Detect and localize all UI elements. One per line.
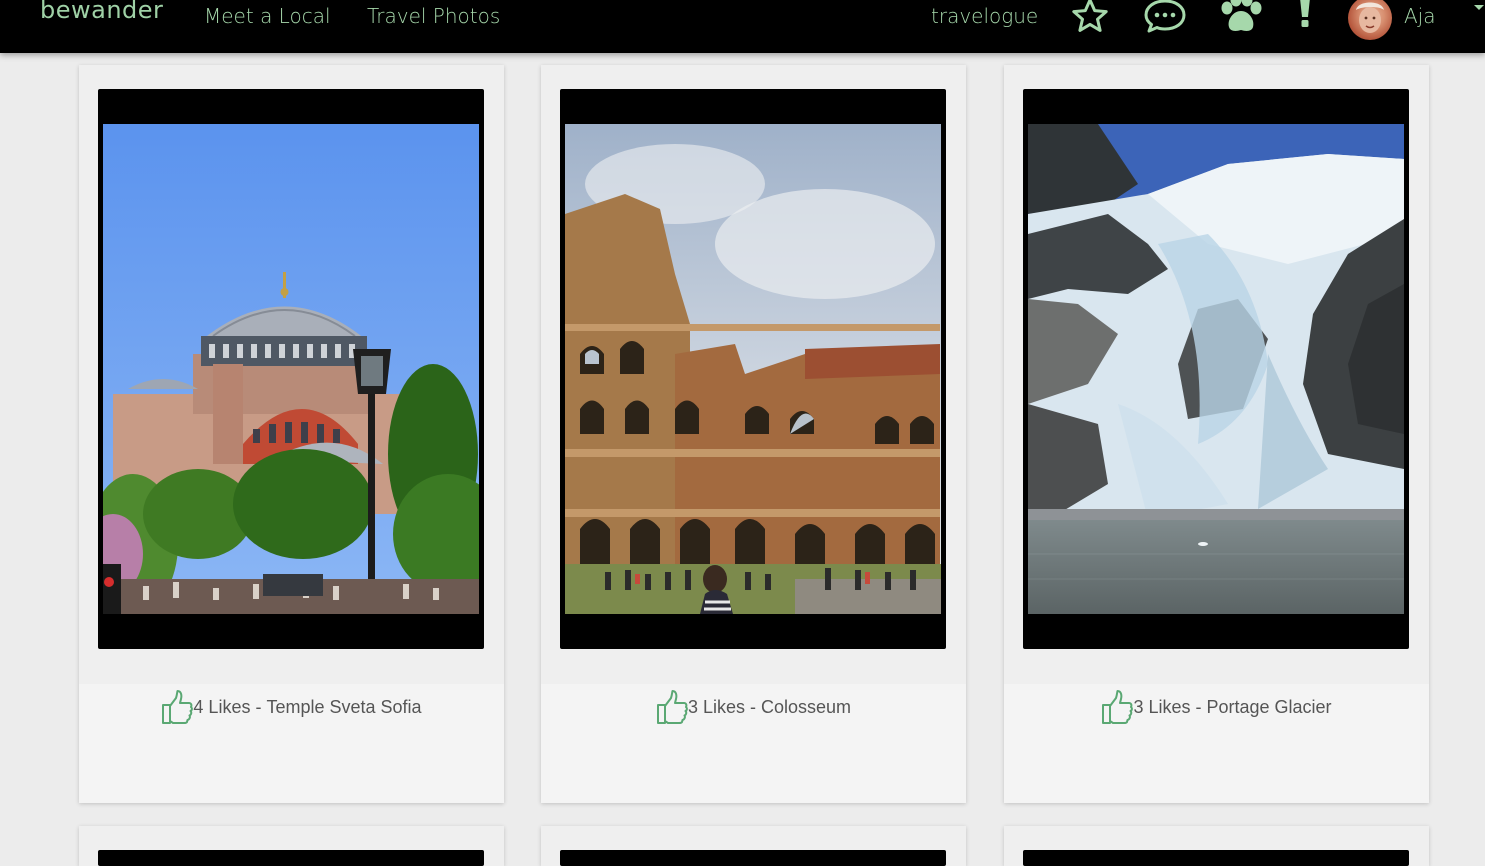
photo-card	[541, 826, 966, 866]
photo-title[interactable]: Temple Sveta Sofia	[266, 697, 421, 718]
photo-card	[1004, 826, 1429, 866]
photo-card: 4 Likes - Temple Sveta Sofia	[79, 65, 504, 803]
photo-frame[interactable]	[1023, 850, 1409, 866]
paw-icon[interactable]	[1219, 0, 1263, 34]
likes-count[interactable]: 3 Likes	[1133, 697, 1190, 718]
photo-card	[79, 826, 504, 866]
photo-frame[interactable]	[560, 850, 946, 866]
star-icon[interactable]	[1070, 0, 1110, 32]
caption-separator: -	[250, 696, 267, 717]
chat-bubble-icon[interactable]	[1143, 0, 1187, 34]
exclamation-icon[interactable]	[1296, 0, 1314, 30]
photo-frame[interactable]	[560, 89, 946, 649]
chevron-down-icon[interactable]	[1474, 5, 1484, 10]
caption-separator: -	[745, 696, 761, 717]
likes-count[interactable]: 3 Likes	[688, 697, 745, 718]
likes-count[interactable]: 4 Likes	[193, 697, 250, 718]
photo-temple-sveta-sofia[interactable]	[103, 124, 479, 614]
photo-card: 3 Likes - Colosseum	[541, 65, 966, 803]
nav-link-travel-photos[interactable]: Travel Photos	[367, 4, 500, 28]
thumbs-up-icon[interactable]	[161, 689, 194, 725]
photo-frame[interactable]	[98, 89, 484, 649]
photo-caption: 4 Likes - Temple Sveta Sofia	[79, 685, 504, 729]
caption-separator: -	[1190, 696, 1207, 717]
photo-title[interactable]: Colosseum	[761, 697, 851, 718]
photo-caption: 3 Likes - Colosseum	[541, 685, 966, 729]
avatar-photo	[1356, 2, 1384, 33]
brand-logo[interactable]: bewander	[40, 0, 163, 24]
thumbs-up-icon[interactable]	[1101, 689, 1134, 725]
photo-frame[interactable]	[98, 850, 484, 866]
photo-caption: 3 Likes - Portage Glacier	[1004, 685, 1429, 729]
thumbs-up-icon[interactable]	[656, 689, 688, 725]
photo-portage-glacier[interactable]	[1028, 124, 1404, 614]
top-navbar: bewander Meet a Local Travel Photos trav…	[0, 0, 1485, 53]
photo-card: 3 Likes - Portage Glacier	[1004, 65, 1429, 803]
photo-frame[interactable]	[1023, 89, 1409, 649]
photo-title[interactable]: Portage Glacier	[1206, 697, 1331, 718]
nav-link-travelogue[interactable]: travelogue	[931, 4, 1038, 28]
user-name[interactable]: Aja	[1404, 4, 1436, 28]
user-avatar[interactable]	[1348, 0, 1392, 40]
nav-link-meet-a-local[interactable]: Meet a Local	[204, 4, 331, 28]
photo-colosseum[interactable]	[565, 124, 941, 614]
